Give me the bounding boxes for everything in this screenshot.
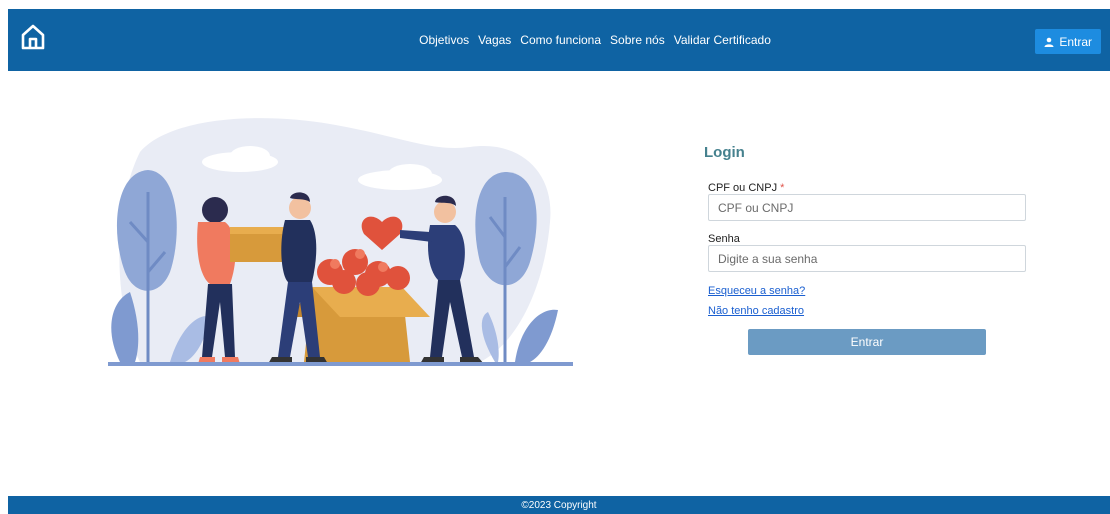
user-icon xyxy=(1044,37,1054,47)
nav-link-objetivos[interactable]: Objetivos xyxy=(419,33,469,47)
header-login-button[interactable]: Entrar xyxy=(1035,29,1101,54)
password-input[interactable] xyxy=(708,245,1026,272)
login-form: Login CPF ou CNPJ * Senha Esqueceu a sen… xyxy=(704,140,1034,355)
nav-link-sobre-nos[interactable]: Sobre nós xyxy=(610,33,665,47)
nav-link-como-funciona[interactable]: Como funciona xyxy=(520,33,601,47)
login-title: Login xyxy=(704,144,745,161)
password-label: Senha xyxy=(708,233,740,245)
volunteers-illustration xyxy=(108,118,573,366)
required-mark: * xyxy=(780,182,785,194)
nav-menu: Objetivos Vagas Como funciona Sobre nós … xyxy=(8,9,1110,71)
top-navbar: Objetivos Vagas Como funciona Sobre nós … xyxy=(8,9,1110,71)
register-link[interactable]: Não tenho cadastro xyxy=(708,305,804,317)
nav-link-validar-certificado[interactable]: Validar Certificado xyxy=(674,33,771,47)
footer: ©2023 Copyright xyxy=(8,496,1110,514)
header-login-label: Entrar xyxy=(1059,34,1092,49)
cpf-input[interactable] xyxy=(708,194,1026,221)
copyright-text: ©2023 Copyright xyxy=(521,499,597,511)
nav-link-vagas[interactable]: Vagas xyxy=(478,33,511,47)
cpf-label: CPF ou CNPJ * xyxy=(708,182,785,194)
login-submit-button[interactable]: Entrar xyxy=(748,329,986,355)
forgot-password-link[interactable]: Esqueceu a senha? xyxy=(708,285,805,297)
